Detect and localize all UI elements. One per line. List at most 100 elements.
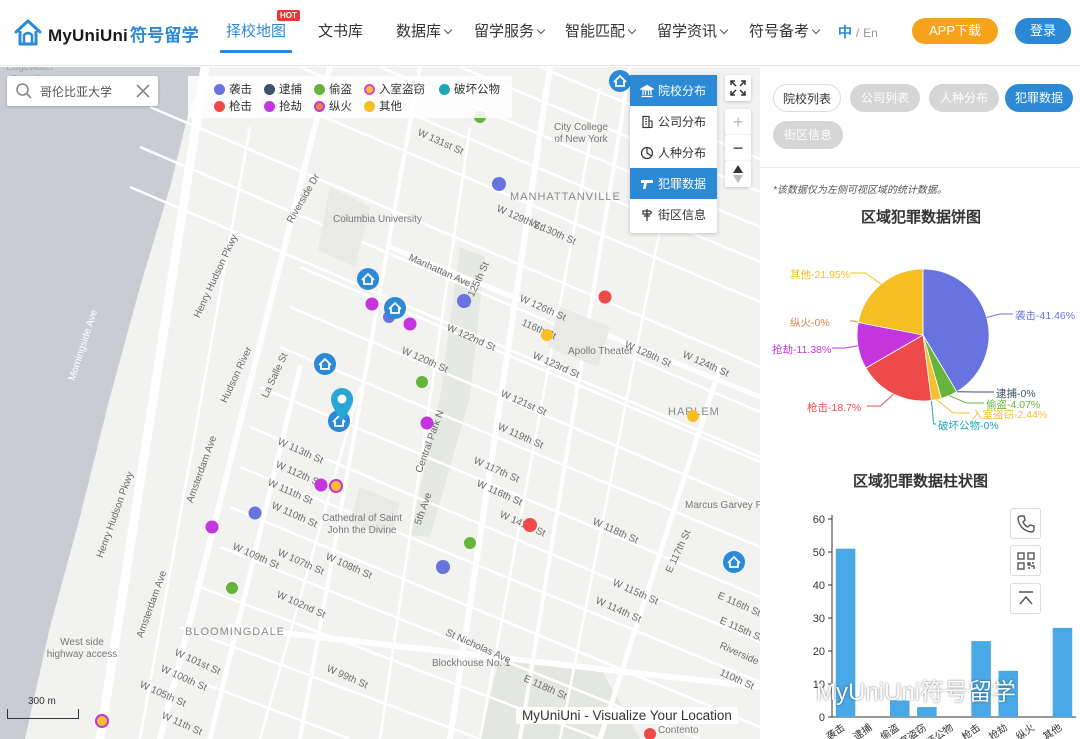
login-button[interactable]: 登录 [1015,18,1071,44]
x-tick-label: 抢劫 [986,721,1010,739]
x-tick-label: 袭击 [824,722,847,739]
legend-item-theft[interactable]: 偷盗 [314,81,352,97]
crime-point-burglary[interactable] [95,714,109,728]
tab-block-info[interactable]: 街区信息 [773,121,843,149]
legend-item-vandalism[interactable]: 破坏公物 [439,81,500,97]
legend-item-arrest[interactable]: 逮捕 [264,81,302,97]
crime-points[interactable] [95,111,699,739]
crime-point-theft[interactable] [416,376,428,388]
tab-school-list[interactable]: 院校列表 [773,84,841,112]
crime-point-assault[interactable] [248,506,262,520]
legend-dot [364,100,375,112]
compass-icon [733,165,743,183]
app-download-button[interactable]: APP下载 [912,18,998,44]
back-to-top-button[interactable] [1010,583,1041,614]
top-nav: MyUniUni 符号留学 择校地图 HOT 文书库 数据库 留学服务 智能匹配 … [0,0,1080,66]
nav-smart-match[interactable]: 智能匹配 [565,20,637,41]
legend-item-burglary[interactable]: 入室盗窃 [364,81,425,97]
school-marker[interactable] [384,297,406,319]
bar-chart-title: 区域犯罪数据柱状图 [853,473,989,490]
pie-leader-line [936,399,970,414]
school-marker[interactable] [357,268,379,290]
x-tick-label: 纵火 [1014,722,1037,739]
legend-label: 纵火 [329,101,352,113]
lang-en[interactable]: En [863,26,878,40]
school-marker[interactable] [609,70,631,92]
legend-label: 其他 [379,101,402,113]
crime-point-assault[interactable] [436,560,450,574]
pie-chart-title: 区域犯罪数据饼图 [861,209,982,226]
y-tick-label: 0 [819,712,825,724]
legend-item-arson[interactable]: 纵火 [314,98,352,114]
zoom-out-button[interactable]: − [725,135,751,161]
layer-school-distribution[interactable]: 院校分布 [630,75,717,106]
layer-label: 院校分布 [658,84,707,98]
brand-logo[interactable]: MyUniUni 符号留学 [12,16,199,50]
crime-data-panel: 院校列表 公司列表 人种分布 犯罪数据 街区信息 *该数据仅为左侧可视区域的统计… [760,67,1080,739]
compass-button[interactable] [725,161,751,187]
fullscreen-button[interactable] [725,75,751,101]
crime-point-other[interactable] [541,329,553,341]
crime-point-robbery[interactable] [420,416,434,430]
brand-name: MyUniUni 符号留学 [48,25,199,45]
nav-database[interactable]: 数据库 [396,20,453,41]
crime-point-theft[interactable] [464,537,476,549]
crime-point-burglary[interactable] [329,479,343,493]
crime-point-assault[interactable] [457,294,471,308]
wechat-watermark: MyUniUni符号留学 [782,672,1016,707]
qrcode-button[interactable] [1010,545,1041,576]
layer-crime-data[interactable]: 犯罪数据 [630,168,717,199]
pie-slice-label: 袭击-41.46% [1015,310,1076,322]
expand-icon [730,80,746,96]
legend-label: 枪击 [229,101,252,113]
crime-point-shooting[interactable] [598,290,612,304]
legend-item-robbery[interactable]: 抢劫 [264,98,302,114]
crime-point-robbery[interactable] [205,520,219,534]
tab-company-list[interactable]: 公司列表 [850,84,920,112]
layer-ethnicity-distribution[interactable]: 人种分布 [630,137,717,168]
pie-leader-line [850,320,859,323]
tab-ethnicity[interactable]: 人种分布 [929,84,999,112]
zoom-in-button[interactable]: + [725,109,751,135]
pie-slice-label: 纵火-0% [790,317,830,329]
gun-icon [641,179,653,189]
school-marker[interactable] [314,353,336,375]
legend-dot [264,83,275,95]
close-icon[interactable] [135,83,151,99]
crime-point-assault[interactable] [492,177,506,191]
phone-button[interactable] [1010,508,1041,539]
school-marker[interactable] [723,551,745,573]
tab-crime-data[interactable]: 犯罪数据 [1005,84,1073,112]
crime-point-robbery[interactable] [314,478,328,492]
crime-point-robbery[interactable] [365,297,379,311]
layer-company-distribution[interactable]: 公司分布 [630,106,717,137]
nav-school-map[interactable]: 择校地图 [219,20,293,53]
pie-leader-line [930,400,936,425]
bar-入室盗窃[interactable] [917,707,937,717]
crime-point-shooting[interactable] [644,728,656,739]
panel-divider [760,167,1080,168]
language-switch: 中 / En [838,22,878,42]
legend-item-shooting[interactable]: 枪击 [214,98,252,114]
nav-exam-prep[interactable]: 符号备考 [749,20,821,41]
legend-dot [439,83,450,95]
map-search-input[interactable] [40,82,130,100]
legend-item-other[interactable]: 其他 [364,98,402,114]
nav-study-news[interactable]: 留学资讯 [657,20,729,41]
chevron-down-icon [443,25,453,35]
search-icon[interactable] [15,82,33,100]
lang-cn[interactable]: 中 [838,24,852,40]
crime-point-theft[interactable] [226,582,238,594]
crime-point-shooting[interactable] [523,518,537,532]
crime-point-robbery[interactable] [403,317,417,331]
nav-essay-library[interactable]: 文书库 [318,20,363,41]
nav-study-services[interactable]: 留学服务 [474,20,546,41]
legend-item-assault[interactable]: 袭击 [214,81,252,97]
y-tick-label: 50 [813,547,825,559]
legend-dot [314,83,325,95]
bar-其他[interactable] [1052,627,1073,717]
crime-point-other[interactable] [687,410,699,422]
pie-leader-line [949,395,984,404]
layer-block-info[interactable]: 街区信息 [630,199,717,230]
map-view[interactable]: MANHATTANVILLE HARLEM BLOOMINGDALE City … [0,67,760,739]
